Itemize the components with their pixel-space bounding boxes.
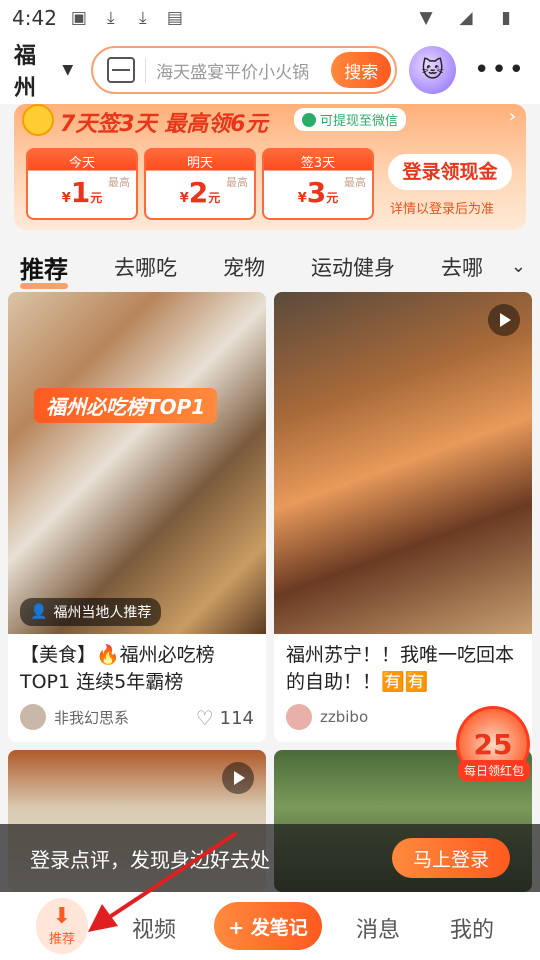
tab-recommend[interactable]: 推荐 — [20, 250, 68, 289]
wifi-icon: ▼ — [419, 8, 433, 28]
day-card-3days[interactable]: 签3天 最高 ¥3元 — [262, 148, 374, 220]
day-amount: ¥1元 — [61, 176, 103, 209]
local-recommend-tag: 👤 福州当地人推荐 — [20, 598, 162, 626]
author-name: 非我幻思系 — [54, 708, 130, 727]
tab-fitness[interactable]: 运动健身 — [311, 252, 395, 282]
more-icon[interactable]: ••• — [474, 55, 526, 85]
nav-messages[interactable]: 消息 — [356, 912, 400, 944]
day-card-tomorrow[interactable]: 明天 最高 ¥2元 — [144, 148, 256, 220]
user-icon: 👤 — [30, 604, 48, 620]
card-image — [274, 292, 532, 634]
coin-icon — [22, 104, 54, 136]
wechat-icon — [302, 112, 316, 127]
card-title: 【美食】🔥福州必吃榜TOP1 连续5年霸榜 — [20, 644, 215, 693]
heart-icon: ♡ — [195, 706, 214, 730]
day-amount: ¥2元 — [179, 176, 221, 209]
red-packet-number: 25 — [473, 727, 513, 761]
day-card-today[interactable]: 今天 最高 ¥1元 — [26, 148, 138, 220]
nav-recommend[interactable]: ⬇ 推荐 — [36, 898, 88, 954]
chevron-right-icon[interactable]: › — [509, 106, 516, 127]
login-prompt-bar: 登录点评，发现身边好去处 马上登录 — [0, 824, 540, 892]
wechat-badge-label: 可提现至微信 — [320, 114, 399, 129]
search-button[interactable]: 搜索 — [331, 52, 392, 88]
tab-where-to-eat[interactable]: 去哪吃 — [114, 252, 177, 282]
nav-recommend-label: 推荐 — [48, 931, 75, 947]
feed-card[interactable]: 福州必吃榜TOP1 👤 福州当地人推荐 【美食】🔥福州必吃榜TOP1 连续5年霸… — [8, 292, 266, 742]
city-selector[interactable]: 福州 ▼ — [14, 38, 73, 102]
download-arrow-icon: ⬇ — [52, 903, 72, 929]
day-label: 签3天 — [300, 156, 336, 171]
avatar — [20, 704, 46, 730]
day-amount: ¥3元 — [297, 176, 339, 209]
login-cash-button[interactable]: 登录领现金 — [388, 154, 512, 190]
login-note: 详情以登录后为准 — [390, 202, 495, 217]
nav-mine[interactable]: 我的 — [450, 912, 494, 944]
card-author[interactable]: zzbibo — [286, 704, 368, 730]
feed-card[interactable]: 福州苏宁！！我唯一吃回本的自助！！🈶🈶 zzbibo — [274, 292, 532, 742]
play-icon — [488, 304, 520, 336]
bottom-nav: ⬇ 推荐 视频 + 发笔记 消息 我的 — [0, 892, 540, 960]
download-icon: ⤓ — [139, 8, 147, 28]
city-name: 福州 — [14, 44, 37, 101]
battery-icon: ▮ — [501, 8, 511, 28]
post-note-button[interactable]: + 发笔记 — [214, 902, 322, 950]
status-bar: 4:42 ▣ ⤓ ⤓ ▤ ▼ ◢ ▮ — [0, 0, 540, 36]
banner-title: 7天签3天 最高领6元 — [60, 112, 268, 137]
card-overlay-title: 福州必吃榜TOP1 — [34, 388, 218, 423]
nav-video[interactable]: 视频 — [132, 912, 176, 944]
login-prompt-text: 登录点评，发现身边好去处 — [30, 847, 270, 872]
search-bar[interactable]: 海天盛宴平价小火锅 搜索 — [91, 46, 398, 94]
card-image — [8, 292, 266, 634]
red-packet-label[interactable]: 每日领红包 — [458, 760, 531, 781]
sign-in-banner[interactable]: 7天签3天 最高领6元 可提现至微信 › 今天 最高 ¥1元 明天 最高 ¥2元… — [14, 104, 526, 230]
chevron-down-icon: ▼ — [62, 62, 74, 78]
wechat-withdraw-badge: 可提现至微信 — [294, 108, 407, 131]
mascot-avatar[interactable]: 🐱 — [409, 46, 456, 94]
chevron-down-icon[interactable]: ⌄ — [502, 256, 526, 277]
scan-icon[interactable] — [107, 57, 136, 83]
author-name: zzbibo — [320, 708, 369, 726]
status-time: 4:42 — [12, 6, 57, 30]
tab-pets[interactable]: 宠物 — [223, 252, 265, 282]
like-count[interactable]: ♡ 114 — [196, 706, 254, 730]
tab-where-to[interactable]: 去哪 — [441, 252, 483, 282]
category-tabs: 推荐 去哪吃 宠物 运动健身 去哪 ⌄ — [0, 242, 540, 292]
day-label: 今天 — [68, 156, 95, 171]
search-input[interactable]: 海天盛宴平价小火锅 — [145, 57, 331, 83]
card-author[interactable]: 非我幻思系 — [20, 704, 129, 730]
download-icon: ⤓ — [107, 8, 115, 28]
signal-icon: ◢ — [459, 8, 473, 28]
play-icon — [222, 762, 254, 794]
gallery-icon: ▣ — [70, 8, 87, 28]
top-header: 福州 ▼ 海天盛宴平价小火锅 搜索 🐱 ••• — [0, 36, 540, 104]
avatar — [286, 704, 312, 730]
day-label: 明天 — [186, 156, 213, 171]
card-title: 福州苏宁！！我唯一吃回本的自助！！🈶🈶 — [286, 644, 515, 693]
app-notification-icon: ▤ — [166, 8, 183, 28]
login-now-button[interactable]: 马上登录 — [392, 838, 510, 878]
